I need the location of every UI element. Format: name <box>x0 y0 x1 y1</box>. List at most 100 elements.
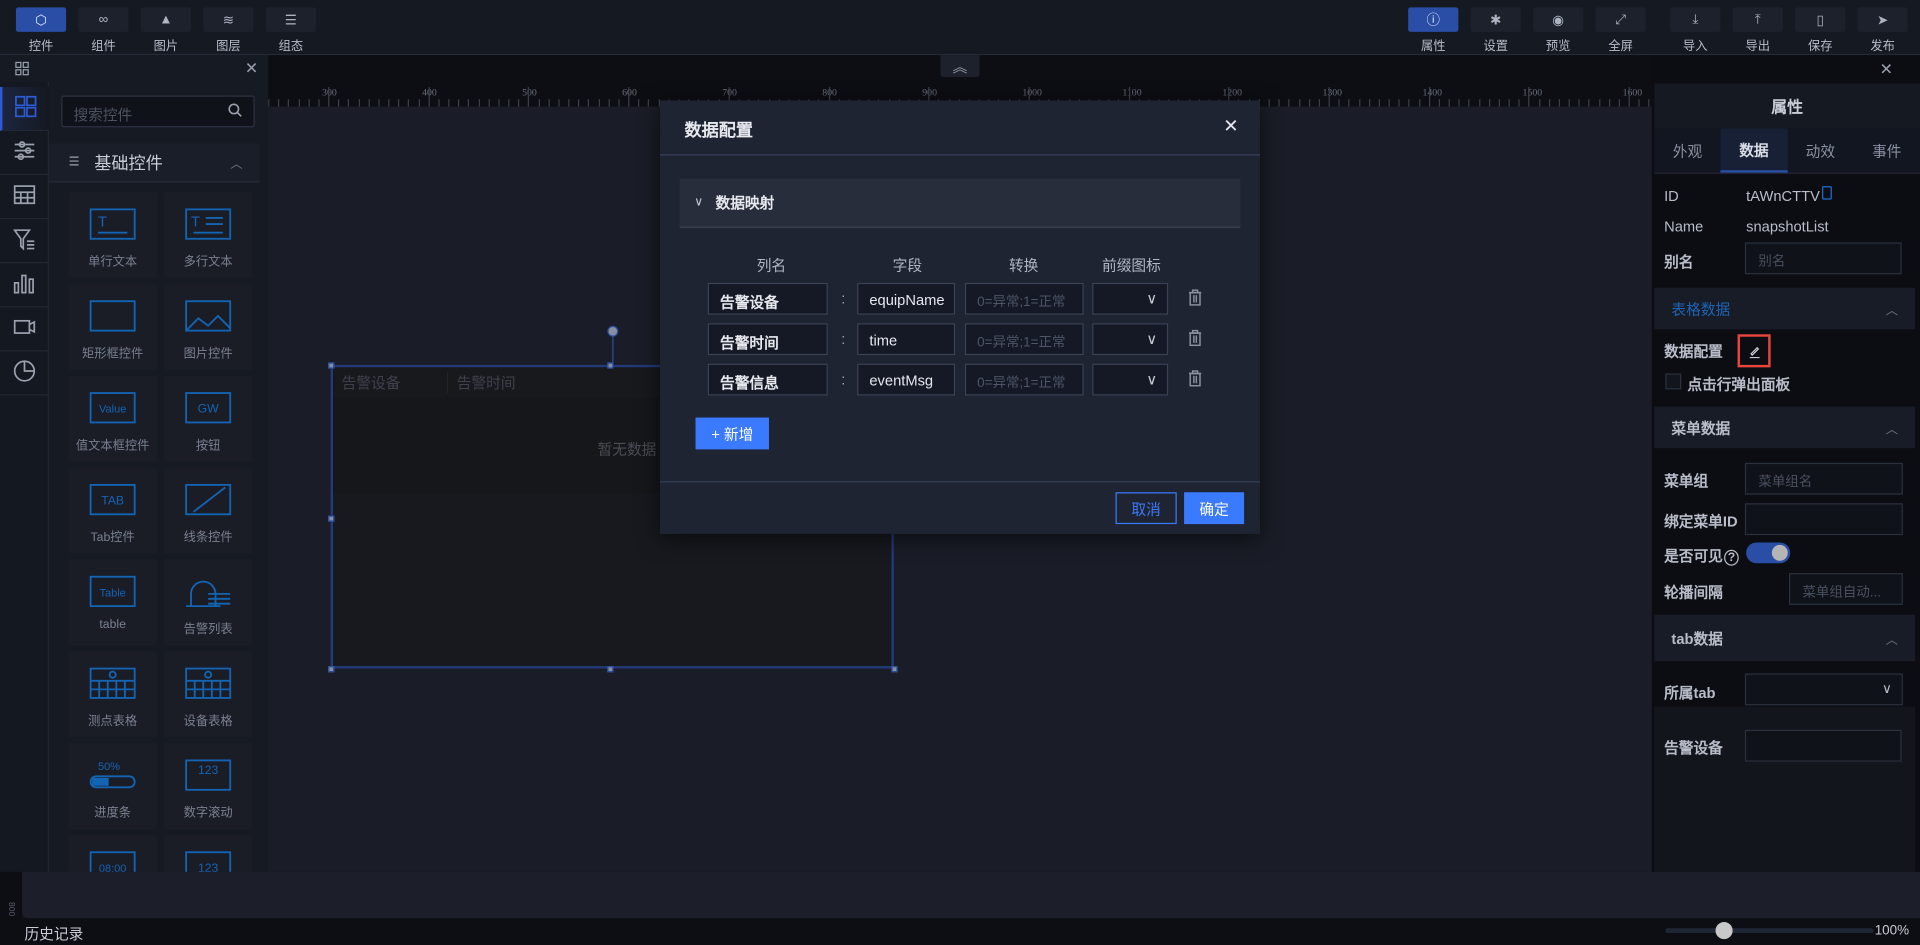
help-icon[interactable]: ? <box>1724 549 1739 566</box>
collapse-toolbar-button[interactable]: ︽ <box>940 55 980 78</box>
resize-handle[interactable] <box>607 666 614 673</box>
column-header: 字段 <box>892 257 923 275</box>
rail-item-sliders[interactable] <box>0 131 49 176</box>
rail-item-pie-chart[interactable] <box>0 351 49 396</box>
rotate-handle[interactable] <box>607 325 619 337</box>
tab-0[interactable]: 外观 <box>1654 129 1720 173</box>
widget-card[interactable]: 告警列表 <box>164 559 253 646</box>
rail-item-bar-chart[interactable] <box>0 263 49 308</box>
delete-row-button[interactable] <box>1188 289 1203 310</box>
widget-card[interactable]: 矩形框控件 <box>68 284 157 370</box>
row-popup-checkbox[interactable] <box>1665 373 1682 390</box>
chevron-down-icon: ∨ <box>1146 371 1158 389</box>
rail-item-table[interactable] <box>0 175 49 220</box>
resize-handle[interactable] <box>607 362 614 369</box>
rail-item-grid[interactable] <box>0 86 49 132</box>
column-name-input[interactable]: 告警设备 <box>707 282 828 315</box>
widget-card[interactable]: 123 <box>164 835 253 872</box>
column-header: 列名 <box>756 257 787 275</box>
toolbar-button-export[interactable]: ⤒ <box>1732 7 1783 32</box>
tab-2[interactable]: 动效 <box>1787 129 1853 173</box>
widget-card[interactable]: T 多行文本 <box>164 192 253 278</box>
zoom-slider[interactable] <box>1665 928 1874 934</box>
interval-input[interactable]: 菜单组自动... <box>1788 573 1903 605</box>
convert-input[interactable]: 0=异常;1=正常 <box>964 363 1084 396</box>
field-input[interactable]: eventMsg <box>857 363 956 396</box>
close-panel-button[interactable]: ✕ <box>245 59 258 79</box>
edit-data-config-button[interactable] <box>1737 334 1771 368</box>
tab-3[interactable]: 事件 <box>1854 129 1920 173</box>
toolbar-button-layers[interactable]: ≋ <box>203 7 254 32</box>
convert-input[interactable]: 0=异常;1=正常 <box>964 323 1084 356</box>
ruler-tick <box>608 99 610 107</box>
toolbar-button-send[interactable]: ➤ <box>1857 7 1908 32</box>
toolbar-button-info[interactable]: ⓘ <box>1408 7 1459 32</box>
tab-1[interactable]: 数据 <box>1720 128 1788 173</box>
section-tab-data[interactable]: tab数据 ︿ <box>1654 614 1916 662</box>
rail-item-video-camera[interactable] <box>0 307 49 352</box>
gear-icon: ✱ <box>1490 12 1502 28</box>
confirm-button[interactable]: 确定 <box>1184 492 1245 525</box>
cancel-button[interactable]: 取消 <box>1115 492 1177 525</box>
svg-text:Value: Value <box>99 404 126 416</box>
resize-handle[interactable] <box>328 362 335 369</box>
close-panel-button[interactable]: ✕ <box>1880 60 1893 80</box>
field-input[interactable]: time <box>857 323 956 356</box>
search-input[interactable]: 搜索控件 <box>61 95 255 128</box>
alias-input[interactable]: 别名 <box>1744 242 1902 275</box>
toolbar-button-fullscreen[interactable]: ⤢ <box>1595 7 1646 32</box>
tab-select[interactable]: ∨ <box>1744 673 1903 706</box>
prefix-icon-select[interactable]: ∨ <box>1092 323 1169 356</box>
resize-handle[interactable] <box>328 666 335 673</box>
close-dialog-button[interactable]: ✕ <box>1223 115 1238 137</box>
widget-card[interactable]: 08:00 <box>68 835 157 872</box>
widget-card[interactable]: Table table <box>68 559 157 646</box>
delete-row-button[interactable] <box>1188 370 1203 391</box>
chevron-up-icon: ︿ <box>1885 304 1898 318</box>
widget-card[interactable]: 50% 进度条 <box>68 743 157 829</box>
resize-handle[interactable] <box>891 666 898 673</box>
alarm-device-input[interactable] <box>1744 729 1902 762</box>
widget-card[interactable]: 123 数字滚动 <box>164 743 253 829</box>
zoom-slider-handle[interactable] <box>1715 922 1733 940</box>
tab-label: 所属tab <box>1664 684 1716 702</box>
toolbar-button-link[interactable]: ∞ <box>78 7 129 32</box>
prefix-icon-select[interactable]: ∨ <box>1092 363 1169 396</box>
widget-card[interactable]: GW 按钮 <box>164 375 253 462</box>
section-table-data[interactable]: 表格数据 ︿ <box>1654 287 1916 330</box>
prefix-icon-select[interactable]: ∨ <box>1092 282 1169 315</box>
widget-card[interactable]: Value 值文本框控件 <box>68 375 157 462</box>
widget-card[interactable]: 测点表格 <box>68 651 157 738</box>
delete-row-button[interactable] <box>1188 329 1203 350</box>
field-input[interactable]: equipName <box>857 282 956 315</box>
toolbar-button-gear[interactable]: ✱ <box>1470 7 1521 32</box>
widget-rect-icon <box>83 284 142 335</box>
widget-card[interactable]: TAB Tab控件 <box>68 467 157 554</box>
ruler-tick <box>568 99 570 107</box>
toolbar-button-align[interactable]: ☰ <box>265 7 316 32</box>
copy-icon[interactable] <box>1822 186 1832 200</box>
resize-handle[interactable] <box>328 515 335 522</box>
add-row-button[interactable]: + 新增 <box>695 417 769 450</box>
widget-card[interactable]: 线条控件 <box>164 467 253 554</box>
history-tab[interactable]: 历史记录 <box>24 923 83 944</box>
search-icon[interactable] <box>228 103 243 121</box>
bind-menu-id-input[interactable] <box>1744 503 1903 536</box>
toolbar-button-import[interactable]: ⤓ <box>1670 7 1721 32</box>
toolbar-button-preview[interactable]: ◉ <box>1533 7 1584 32</box>
toolbar-button-image[interactable]: ▲ <box>140 7 192 32</box>
column-name-input[interactable]: 告警信息 <box>707 363 828 396</box>
section-header-basic[interactable]: ☰ 基础控件 ︿ <box>48 143 260 183</box>
widget-card[interactable]: T 单行文本 <box>68 192 157 278</box>
section-menu-data[interactable]: 菜单数据 ︿ <box>1654 406 1916 449</box>
mapping-section-header[interactable]: ∨ 数据映射 <box>679 178 1241 228</box>
toolbar-button-cube[interactable]: ⬡ <box>15 7 67 32</box>
menu-group-input[interactable]: 菜单组名 <box>1744 462 1903 495</box>
rail-item-filter-list[interactable] <box>0 219 49 264</box>
widget-card[interactable]: 图片控件 <box>164 284 253 370</box>
widget-card[interactable]: 设备表格 <box>164 651 253 738</box>
column-name-input[interactable]: 告警时间 <box>707 323 828 356</box>
visible-toggle[interactable] <box>1746 542 1791 564</box>
toolbar-button-save[interactable]: ▯ <box>1795 7 1846 32</box>
convert-input[interactable]: 0=异常;1=正常 <box>964 282 1084 315</box>
